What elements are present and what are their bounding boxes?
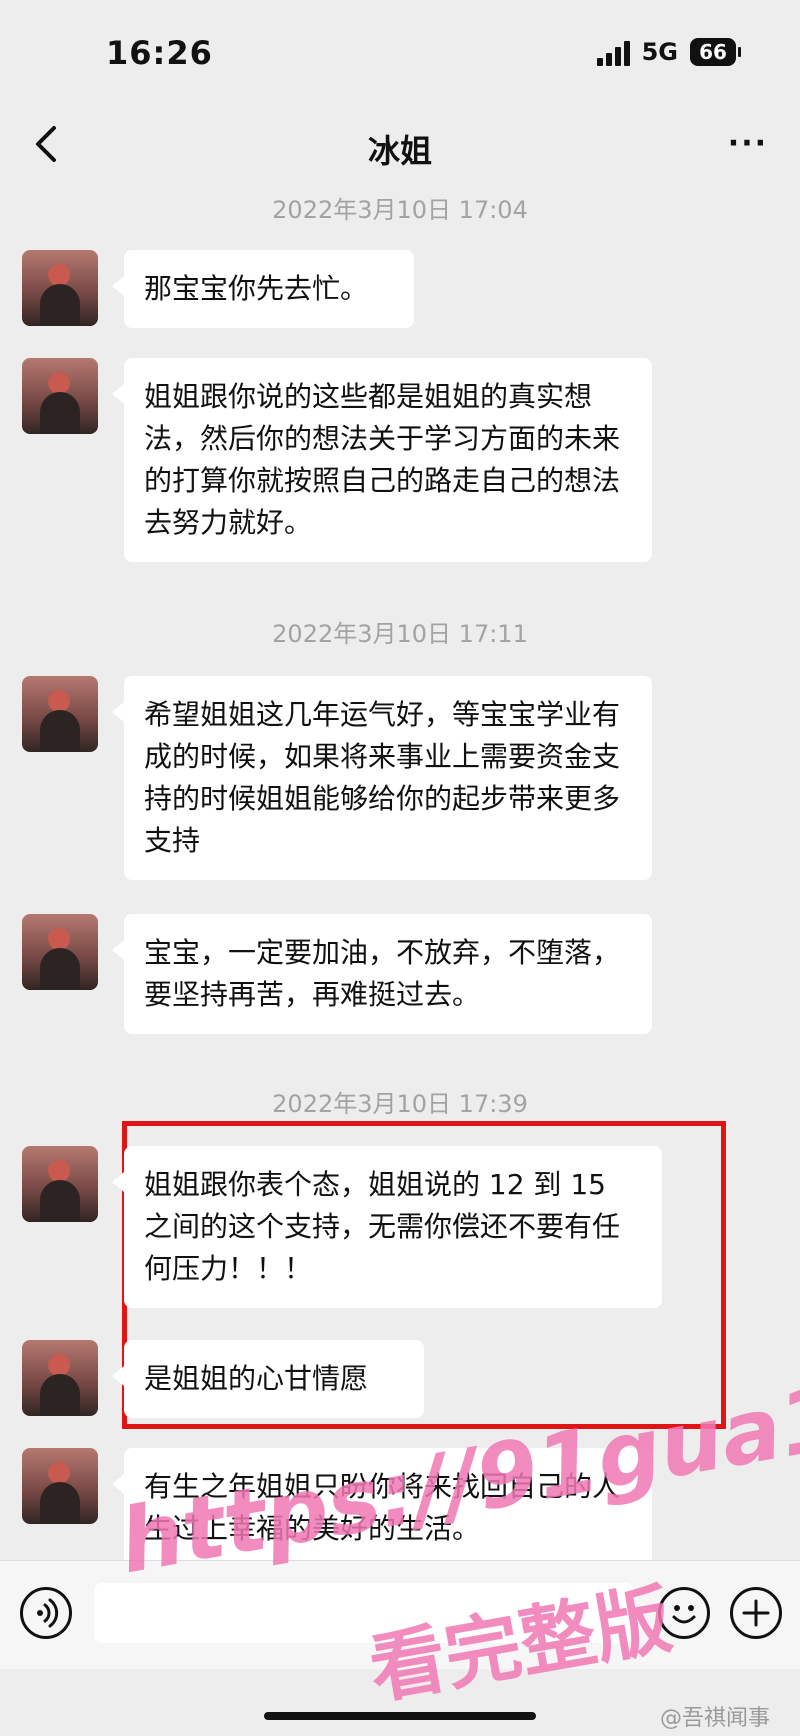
avatar[interactable]	[22, 358, 98, 434]
message-bubble[interactable]: 那宝宝你先去忙。	[112, 250, 414, 328]
voice-icon	[37, 1598, 59, 1628]
message-bubble[interactable]: 是姐姐的心甘情愿	[112, 1340, 424, 1418]
avatar[interactable]	[22, 1146, 98, 1222]
avatar[interactable]	[22, 676, 98, 752]
chat-title: 冰姐	[367, 132, 432, 170]
status-indicators: 5G 66	[596, 38, 741, 66]
message-timestamp: 2022年3月10日 17:39	[272, 1090, 528, 1118]
chat-header: 冰姐 ···	[0, 110, 800, 186]
voice-button[interactable]	[20, 1587, 72, 1639]
status-time: 16:26	[106, 34, 213, 72]
avatar[interactable]	[22, 250, 98, 326]
more-button[interactable]: ···	[728, 126, 768, 161]
message-bubble[interactable]: 宝宝，一定要加油，不放弃，不堕落，要坚持再苦，再难挺过去。	[112, 914, 652, 1034]
message-timestamp: 2022年3月10日 17:04	[272, 196, 528, 224]
avatar[interactable]	[22, 1340, 98, 1416]
weibo-watermark: @吾祺闻事	[659, 1706, 770, 1731]
plus-button[interactable]	[730, 1587, 782, 1639]
plus-icon	[742, 1599, 770, 1627]
message-timestamp: 2022年3月10日 17:11	[272, 620, 528, 648]
avatar[interactable]	[22, 914, 98, 990]
message-bubble[interactable]: 姐姐跟你表个态，姐姐说的 12 到 15 之间的这个支持，无需你偿还不要有任何压…	[112, 1146, 662, 1308]
status-bar: 16:26 5G 66	[0, 0, 800, 110]
battery-icon: 66	[690, 38, 741, 66]
message-bubble[interactable]: 希望姐姐这几年运气好，等宝宝学业有成的时候，如果将来事业上需要资金支持的时候姐姐…	[112, 676, 652, 880]
avatar[interactable]	[22, 1448, 98, 1524]
message-bubble[interactable]: 姐姐跟你说的这些都是姐姐的真实想法，然后你的想法关于学习方面的未来的打算你就按照…	[112, 358, 652, 562]
signal-icon	[596, 38, 630, 66]
network-type: 5G	[641, 38, 678, 66]
